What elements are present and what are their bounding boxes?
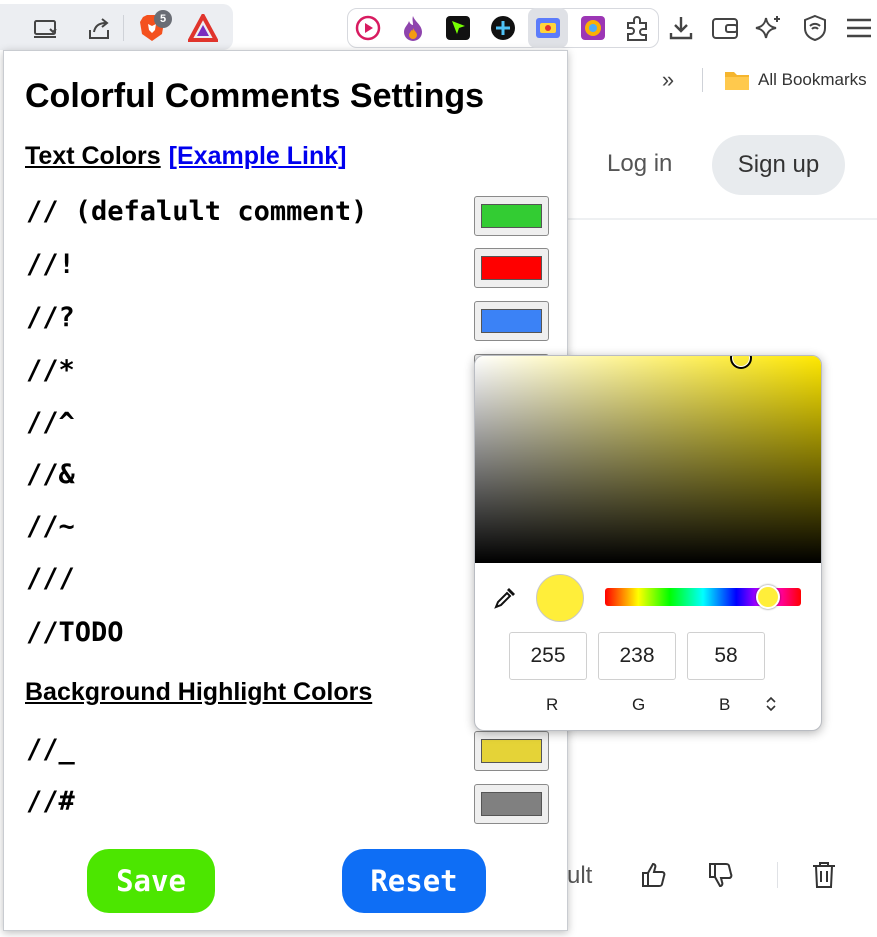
swatch-fill <box>481 739 542 763</box>
color-preview <box>536 574 584 622</box>
saturation-value-area[interactable] <box>475 356 821 563</box>
row-label-amp: //& <box>26 459 75 490</box>
row-label-triple-slash: /// <box>26 563 75 594</box>
row-label-question: //? <box>26 302 75 333</box>
cast-icon[interactable] <box>32 15 60 43</box>
row-label-underscore: //_ <box>26 734 75 765</box>
color-swatch-hash[interactable] <box>474 784 549 824</box>
format-toggle-icon[interactable] <box>764 694 778 714</box>
ai-sparkle-icon[interactable] <box>755 14 783 42</box>
share-icon[interactable] <box>85 15 113 43</box>
color-swatch-default[interactable] <box>474 196 549 236</box>
browser-toolbar: 5 <box>0 0 877 56</box>
row-label-star: //* <box>26 355 75 386</box>
save-button[interactable]: Save <box>87 849 215 913</box>
vpn-shield-icon[interactable] <box>801 14 829 42</box>
brave-badge: 5 <box>154 10 172 28</box>
thumbs-up-icon[interactable] <box>639 860 669 890</box>
blue-label: B <box>719 695 731 714</box>
video-extension-icon[interactable] <box>355 15 381 41</box>
reset-button[interactable]: Reset <box>342 849 486 913</box>
row-label-caret: //^ <box>26 407 75 438</box>
browser-window: 5 » All Bookmarks Log in Sign up ult Col… <box>0 0 877 937</box>
chevrons-right-icon[interactable]: » <box>656 67 680 92</box>
menu-icon[interactable] <box>845 14 873 42</box>
swatch-fill <box>481 256 542 280</box>
all-bookmarks-link[interactable]: All Bookmarks <box>758 70 867 90</box>
colorful-comments-extension-icon[interactable] <box>535 15 561 41</box>
cursor-extension-icon[interactable] <box>445 15 471 41</box>
row-label-bang: //! <box>26 249 75 280</box>
popup-title: Colorful Comments Settings <box>25 77 485 115</box>
download-icon[interactable] <box>667 14 695 42</box>
blue-input[interactable]: 58 <box>687 632 765 680</box>
brave-rewards-icon[interactable] <box>188 14 218 42</box>
row-label-hash: //# <box>26 786 75 817</box>
color-swatch-question[interactable] <box>474 301 549 341</box>
signup-button[interactable]: Sign up <box>712 135 845 195</box>
bg-colors-heading: Background Highlight Colors <box>25 678 373 706</box>
example-link[interactable]: [Example Link] <box>169 142 347 170</box>
partial-text: ult <box>567 862 593 889</box>
palette-extension-icon[interactable] <box>580 15 606 41</box>
row-label-todo: //TODO <box>26 617 124 648</box>
color-picker: 255 238 58 R G B <box>474 355 822 731</box>
login-link[interactable]: Log in <box>607 150 672 178</box>
text-colors-heading: Text Colors [Example Link] <box>25 142 347 171</box>
folder-icon <box>724 68 750 92</box>
red-label: R <box>546 695 559 714</box>
wallet-icon[interactable] <box>711 14 739 42</box>
plus-extension-icon[interactable] <box>490 15 516 41</box>
bookmarks-divider <box>702 68 703 92</box>
row-label-tilde: //~ <box>26 511 75 542</box>
hue-slider-thumb[interactable] <box>756 585 780 609</box>
thumbs-down-icon[interactable] <box>706 860 736 890</box>
actions-divider <box>777 862 778 888</box>
puzzle-extensions-icon[interactable] <box>624 14 652 42</box>
color-swatch-underscore[interactable] <box>474 731 549 771</box>
page-divider <box>567 218 877 220</box>
swatch-fill <box>481 792 542 816</box>
swatch-fill <box>481 204 542 228</box>
swatch-fill <box>481 309 542 333</box>
trash-icon[interactable] <box>809 859 839 891</box>
toolbar-divider <box>123 15 124 41</box>
green-input[interactable]: 238 <box>598 632 676 680</box>
text-colors-label: Text Colors <box>25 142 161 170</box>
color-swatch-bang[interactable] <box>474 248 549 288</box>
flame-extension-icon[interactable] <box>400 14 426 42</box>
eyedropper-icon[interactable] <box>493 586 517 610</box>
red-input[interactable]: 255 <box>509 632 587 680</box>
row-label-default: // (defalult comment) <box>26 196 368 227</box>
green-label: G <box>632 695 646 714</box>
